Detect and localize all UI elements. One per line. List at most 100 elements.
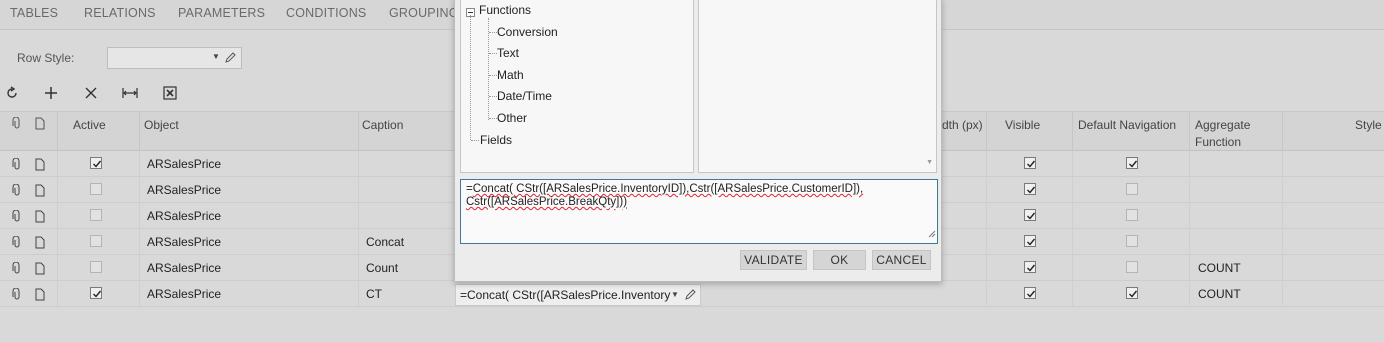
visible-checkbox[interactable]: [1024, 261, 1036, 273]
document-icon[interactable]: [35, 236, 45, 252]
chevron-down-icon[interactable]: ▼: [212, 52, 220, 61]
column-divider: [986, 151, 987, 177]
column-divider: [1189, 151, 1190, 177]
tree-node-other[interactable]: Other: [497, 111, 527, 125]
active-checkbox[interactable]: [90, 209, 102, 221]
document-icon[interactable]: [35, 288, 45, 304]
function-details-panel[interactable]: ▼: [698, 0, 937, 173]
tree-node-conversion[interactable]: Conversion: [497, 25, 558, 39]
active-checkbox[interactable]: [90, 235, 102, 247]
column-divider: [139, 177, 140, 203]
object-cell: ARSalesPrice: [147, 261, 222, 275]
column-divider: [358, 255, 359, 281]
document-icon[interactable]: [35, 262, 45, 278]
tab-conditions[interactable]: CONDITIONS: [286, 6, 366, 20]
column-divider: [358, 281, 359, 307]
pencil-icon[interactable]: [224, 51, 237, 67]
default-navigation-checkbox[interactable]: [1126, 209, 1138, 221]
visible-checkbox[interactable]: [1024, 287, 1036, 299]
column-divider: [358, 151, 359, 177]
pencil-icon[interactable]: [684, 288, 697, 304]
column-divider: [1189, 229, 1190, 255]
export-excel-icon[interactable]: [161, 85, 179, 101]
column-divider: [1282, 177, 1283, 203]
tree-node-math[interactable]: Math: [497, 68, 524, 82]
resize-handle-icon[interactable]: [928, 229, 936, 242]
header-active[interactable]: Active: [73, 118, 106, 132]
tree-node-functions[interactable]: Functions: [479, 3, 531, 17]
fit-columns-icon[interactable]: [121, 85, 139, 101]
active-checkbox[interactable]: [90, 157, 102, 169]
tab-tables[interactable]: TABLES: [10, 6, 58, 20]
column-divider: [1072, 229, 1073, 255]
column-divider: [358, 177, 359, 203]
default-navigation-checkbox[interactable]: [1126, 235, 1138, 247]
tree-node-text[interactable]: Text: [497, 46, 519, 60]
paperclip-icon[interactable]: [12, 287, 22, 304]
active-checkbox[interactable]: [90, 183, 102, 195]
default-navigation-checkbox[interactable]: [1126, 287, 1138, 299]
header-caption[interactable]: Caption: [362, 118, 403, 132]
header-width[interactable]: dth (px): [942, 118, 983, 132]
paperclip-icon[interactable]: [12, 235, 22, 252]
chevron-down-icon[interactable]: ▼: [671, 290, 679, 299]
column-divider: [1282, 151, 1283, 177]
column-divider: [1282, 281, 1283, 307]
default-navigation-checkbox[interactable]: [1126, 183, 1138, 195]
default-navigation-checkbox[interactable]: [1126, 157, 1138, 169]
column-divider: [1072, 177, 1073, 203]
column-divider: [1189, 177, 1190, 203]
column-divider: [1189, 255, 1190, 281]
visible-checkbox[interactable]: [1024, 209, 1036, 221]
expression-textarea[interactable]: =Concat( CStr([ARSalesPrice.InventoryID]…: [460, 179, 938, 244]
document-icon: [35, 117, 45, 133]
header-object[interactable]: Object: [144, 118, 179, 132]
header-aggregate-function[interactable]: Aggregate Function: [1195, 118, 1250, 152]
formula-cell-editor[interactable]: =Concat( CStr([ARSalesPrice.Inventory ▼: [455, 284, 701, 306]
formula-editor-dialog: Functions Conversion Text Math Date/Time…: [454, 0, 942, 282]
visible-checkbox[interactable]: [1024, 235, 1036, 247]
row-style-select[interactable]: [107, 47, 242, 69]
cancel-button[interactable]: CANCEL: [872, 250, 931, 270]
paperclip-icon[interactable]: [12, 209, 22, 226]
refresh-icon[interactable]: [3, 85, 21, 101]
paperclip-icon[interactable]: [12, 261, 22, 278]
row-style-label: Row Style:: [17, 51, 75, 65]
column-divider: [1282, 229, 1283, 255]
scroll-down-icon[interactable]: ▼: [926, 159, 933, 166]
expression-line-2: Cstr([ARSalesPrice.BreakQty])): [466, 196, 932, 209]
column-divider: [986, 177, 987, 203]
expression-line-2-text: Cstr([ARSalesPrice.BreakQty])): [466, 196, 628, 208]
tab-relations[interactable]: RELATIONS: [84, 6, 156, 20]
document-icon[interactable]: [35, 210, 45, 226]
document-icon[interactable]: [35, 158, 45, 174]
active-checkbox[interactable]: [90, 261, 102, 273]
header-style[interactable]: Style: [1355, 118, 1382, 132]
column-divider: [1282, 255, 1283, 281]
tree-node-datetime[interactable]: Date/Time: [497, 89, 552, 103]
paperclip-icon[interactable]: [12, 183, 22, 200]
visible-checkbox[interactable]: [1024, 157, 1036, 169]
column-divider: [1282, 203, 1283, 229]
delete-icon[interactable]: [82, 85, 100, 101]
document-icon[interactable]: [35, 184, 45, 200]
visible-checkbox[interactable]: [1024, 183, 1036, 195]
object-cell: ARSalesPrice: [147, 287, 222, 301]
object-cell: ARSalesPrice: [147, 209, 222, 223]
ok-button[interactable]: OK: [813, 250, 866, 270]
tab-grouping[interactable]: GROUPING: [389, 6, 459, 20]
active-checkbox[interactable]: [90, 287, 102, 299]
column-divider: [1072, 203, 1073, 229]
tree-node-fields[interactable]: Fields: [480, 133, 512, 147]
add-icon[interactable]: [42, 85, 60, 101]
column-divider: [57, 203, 58, 229]
validate-button[interactable]: VALIDATE: [740, 250, 807, 270]
object-cell: ARSalesPrice: [147, 183, 222, 197]
header-visible[interactable]: Visible: [1005, 118, 1040, 132]
header-default-navigation[interactable]: Default Navigation: [1078, 118, 1176, 132]
caption-cell: Count: [366, 261, 399, 275]
default-navigation-checkbox[interactable]: [1126, 261, 1138, 273]
column-divider: [139, 229, 140, 255]
paperclip-icon[interactable]: [12, 157, 22, 174]
tab-parameters[interactable]: PARAMETERS: [178, 6, 265, 20]
